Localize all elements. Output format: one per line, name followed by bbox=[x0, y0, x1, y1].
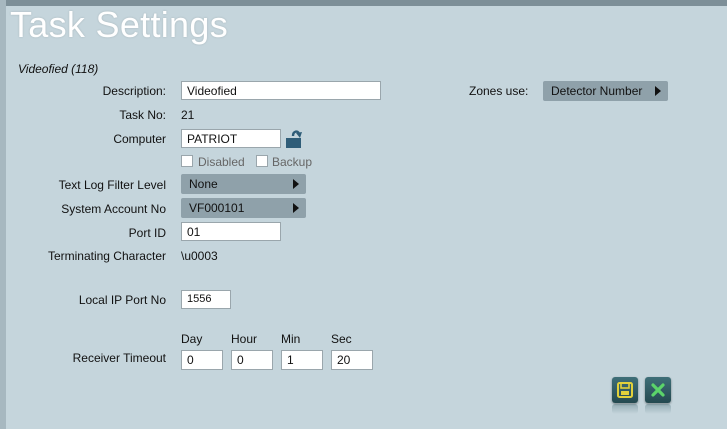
computer-label: Computer bbox=[113, 132, 166, 146]
terminating-character-value: \u0003 bbox=[181, 249, 218, 263]
zones-use-value: Detector Number bbox=[551, 84, 643, 98]
day-header: Day bbox=[181, 332, 203, 346]
system-account-value: VF000101 bbox=[189, 201, 245, 215]
zones-use-label: Zones use: bbox=[469, 84, 529, 98]
system-account-label: System Account No bbox=[61, 202, 166, 216]
cancel-button[interactable] bbox=[645, 377, 671, 403]
chevron-right-icon bbox=[293, 203, 299, 213]
close-icon bbox=[651, 383, 665, 397]
disabled-checkbox[interactable] bbox=[181, 155, 193, 167]
local-ip-port-input[interactable]: 1556 bbox=[181, 290, 231, 309]
text-log-filter-label: Text Log Filter Level bbox=[58, 178, 166, 192]
system-account-dropdown[interactable]: VF000101 bbox=[181, 198, 306, 218]
sec-header: Sec bbox=[331, 332, 352, 346]
task-subtitle: Videofied (118) bbox=[18, 62, 99, 76]
folder-open-arrow-icon[interactable] bbox=[284, 127, 304, 149]
page-title: Task Settings bbox=[10, 4, 229, 45]
description-input[interactable]: Videofied bbox=[181, 81, 381, 100]
disabled-label: Disabled bbox=[198, 155, 245, 169]
receiver-timeout-label: Receiver Timeout bbox=[72, 351, 166, 365]
save-button-reflection bbox=[612, 404, 638, 414]
timeout-hour-input[interactable]: 0 bbox=[231, 350, 273, 370]
timeout-sec-input[interactable]: 20 bbox=[331, 350, 373, 370]
task-no-label: Task No: bbox=[119, 108, 166, 122]
computer-input[interactable]: PATRIOT bbox=[181, 129, 281, 148]
timeout-day-input[interactable]: 0 bbox=[181, 350, 223, 370]
hour-header: Hour bbox=[231, 332, 258, 346]
text-log-filter-dropdown[interactable]: None bbox=[181, 174, 306, 194]
min-header: Min bbox=[281, 332, 301, 346]
local-ip-port-label: Local IP Port No bbox=[78, 293, 166, 307]
text-log-filter-value: None bbox=[189, 177, 218, 191]
terminating-character-label: Terminating Character bbox=[47, 249, 166, 263]
timeout-min-input[interactable]: 1 bbox=[281, 350, 323, 370]
task-no-value: 21 bbox=[181, 108, 195, 122]
backup-label: Backup bbox=[272, 155, 313, 169]
save-icon bbox=[617, 382, 633, 398]
description-label: Description: bbox=[102, 84, 166, 98]
chevron-right-icon bbox=[655, 86, 661, 96]
zones-use-dropdown[interactable]: Detector Number bbox=[543, 81, 668, 101]
chevron-right-icon bbox=[293, 179, 299, 189]
port-id-input[interactable]: 01 bbox=[181, 222, 281, 241]
save-button[interactable] bbox=[612, 377, 638, 403]
backup-checkbox[interactable] bbox=[256, 155, 268, 167]
cancel-button-reflection bbox=[645, 404, 671, 414]
port-id-label: Port ID bbox=[128, 226, 166, 240]
